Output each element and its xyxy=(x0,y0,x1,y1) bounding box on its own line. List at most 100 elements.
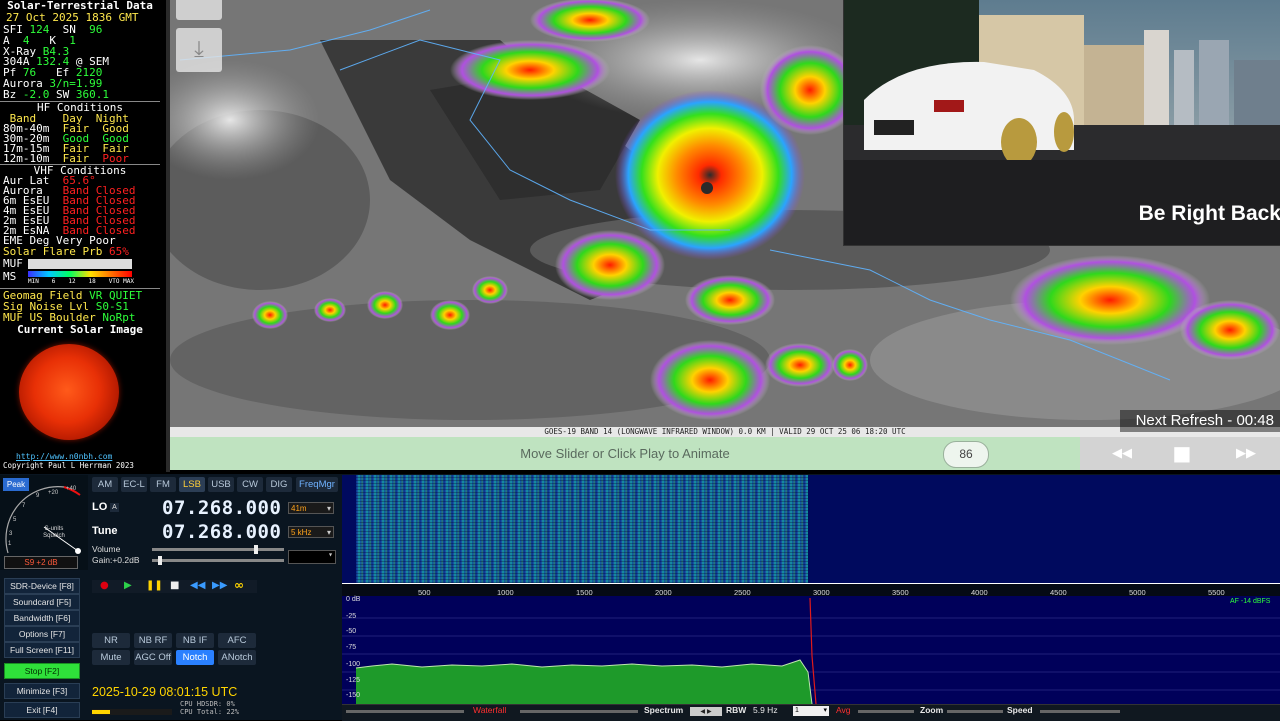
gain-slider-thumb[interactable] xyxy=(158,556,162,565)
waterfall-signal xyxy=(356,475,808,583)
exit-button[interactable]: Exit [F4] xyxy=(4,702,80,718)
anotch-button[interactable]: ANotch xyxy=(218,650,256,665)
avg-select[interactable]: 1 ▾ xyxy=(793,706,829,716)
skip-forward-icon[interactable]: ▶▶ xyxy=(212,580,227,591)
notch-button[interactable]: Notch xyxy=(176,650,214,665)
forward-icon[interactable]: ▶▶ xyxy=(1224,437,1268,470)
audio-select[interactable]: ▾ xyxy=(288,550,336,564)
afc-button[interactable]: AFC xyxy=(218,633,256,648)
s-meter: 5 7 9 +20 +40 3 1 Peak S-units Squelch S… xyxy=(0,475,88,570)
utc-clock: 2025-10-29 08:01:15 UTC xyxy=(92,685,238,699)
db-tick: -125 xyxy=(346,677,361,684)
full-screen-button[interactable]: Full Screen [F11] xyxy=(4,642,80,658)
solar-image-title: Current Solar Image xyxy=(17,323,143,336)
svg-text:5: 5 xyxy=(13,517,17,523)
gain-label: Gain:+0.2dB xyxy=(92,555,140,565)
camera-feed: Be Right Back xyxy=(843,0,1280,246)
smeter-value: S9 +2 dB xyxy=(4,556,78,569)
band-select[interactable]: 41m ▾ xyxy=(288,502,334,514)
db-tick: -50 xyxy=(346,628,357,635)
volume-slider[interactable] xyxy=(152,548,284,551)
avg-label: Avg xyxy=(836,705,851,715)
bandwidth-button[interactable]: Bandwidth [F6] xyxy=(4,610,80,626)
db-tick: -75 xyxy=(346,644,357,651)
map-tool-button[interactable] xyxy=(176,0,222,20)
pause-icon[interactable]: ❚❚ xyxy=(146,580,163,591)
bz-row: Bz -2.0 SW 360.1 xyxy=(3,88,109,101)
ms-label: MS xyxy=(3,270,17,283)
lo-frequency[interactable]: 07.268.000 xyxy=(162,497,281,519)
zoom-slider[interactable] xyxy=(947,710,1003,713)
stop-button[interactable]: Stop [F2] xyxy=(4,663,80,679)
nb-if-button[interactable]: NB IF xyxy=(176,633,214,648)
waterfall-slider[interactable] xyxy=(346,710,464,713)
record-icon[interactable]: ● xyxy=(100,580,109,591)
tune-label: Tune xyxy=(92,525,118,537)
volume-slider-thumb[interactable] xyxy=(254,545,258,554)
mute-button[interactable]: Mute xyxy=(92,650,130,665)
mode-fm-button[interactable]: FM xyxy=(150,477,176,492)
db-tick: 0 dB xyxy=(346,596,361,603)
nr-button[interactable]: NR xyxy=(92,633,130,648)
freq-manager-button[interactable]: FreqMgr xyxy=(296,477,338,492)
speed-slider[interactable] xyxy=(1040,710,1120,713)
download-icon[interactable]: ⤓ xyxy=(176,28,222,72)
svg-text:1: 1 xyxy=(8,541,12,547)
copyright: Copyright Paul L Herrman 2023 xyxy=(3,461,134,470)
af-level: AF -14 dBFS xyxy=(1230,598,1271,605)
nb-rf-button[interactable]: NB RF xyxy=(134,633,172,648)
svg-text:7: 7 xyxy=(22,503,26,509)
sdr-device-button[interactable]: SDR-Device [F8] xyxy=(4,578,80,594)
chevron-down-icon: ▾ xyxy=(326,504,331,513)
muf-scale-labels: MIN 6 12 18 VTO MAX xyxy=(28,278,134,285)
mode-am-button[interactable]: AM xyxy=(92,477,118,492)
tune-frequency[interactable]: 07.268.000 xyxy=(162,521,281,543)
soundcard-button[interactable]: Soundcard [F5] xyxy=(4,594,80,610)
brb-overlay: Be Right Back xyxy=(1138,202,1280,225)
bandwidth-select[interactable]: 5 kHz ▾ xyxy=(288,526,334,538)
stop-icon[interactable]: ■ xyxy=(1160,437,1204,470)
skip-back-icon[interactable]: ◀◀ xyxy=(190,580,205,591)
svg-text:9: 9 xyxy=(36,493,40,499)
rewind-icon[interactable]: ◀◀ xyxy=(1100,437,1144,470)
play-icon[interactable]: ▶ xyxy=(124,580,132,591)
solar-terrestrial-panel: Solar-Terrestrial Data 27 Oct 2025 1836 … xyxy=(0,0,166,472)
spectrum-label: Spectrum xyxy=(644,705,684,715)
mode-cw-button[interactable]: CW xyxy=(237,477,263,492)
spectrum-stepper[interactable]: ◀ ▶ xyxy=(690,707,722,716)
muf-color-scale xyxy=(28,271,132,277)
speed-label: Speed xyxy=(1007,705,1033,715)
waterfall-display[interactable] xyxy=(342,475,1280,583)
svg-text:3: 3 xyxy=(9,531,13,537)
lo-a-button[interactable]: A xyxy=(110,503,119,512)
peak-button[interactable]: Peak xyxy=(3,478,29,491)
chevron-down-icon: ▾ xyxy=(328,550,333,559)
db-tick: -150 xyxy=(346,692,361,699)
sun-image xyxy=(19,344,119,440)
svg-text:+40: +40 xyxy=(66,486,77,492)
mode-lsb-button[interactable]: LSB xyxy=(179,477,205,492)
stop-record-icon[interactable]: ■ xyxy=(170,580,179,591)
agc-off-button[interactable]: AGC Off xyxy=(134,650,172,665)
mode-usb-button[interactable]: USB xyxy=(208,477,234,492)
mode-dig-button[interactable]: DIG xyxy=(266,477,292,492)
options-button[interactable]: Options [F7] xyxy=(4,626,80,642)
rbw-value: 5.9 Hz xyxy=(753,705,778,715)
minimize-button[interactable]: Minimize [F3] xyxy=(4,683,80,699)
avg-slider[interactable] xyxy=(858,710,914,713)
cpu-bar-fill xyxy=(92,710,110,714)
spectrum-plot xyxy=(342,597,1280,705)
gain-slider[interactable] xyxy=(152,559,284,562)
smeter-caption: S-units Squelch xyxy=(43,526,65,539)
svg-text:+20: +20 xyxy=(48,490,59,496)
db-tick: -25 xyxy=(346,613,357,620)
spectrum-display[interactable] xyxy=(342,596,1280,705)
loop-icon[interactable]: ∞ xyxy=(234,578,244,592)
mode-ecl-button[interactable]: EC-L xyxy=(121,477,147,492)
chevron-down-icon: ▾ xyxy=(823,707,827,714)
map-caption: GOES-19 BAND 14 (LONGWAVE INFRARED WINDO… xyxy=(170,427,1280,437)
muf-label: MUF xyxy=(3,257,23,270)
cpu-hdsdr: CPU HDSDR: 0% xyxy=(180,700,235,708)
frame-slider-thumb[interactable]: 86 xyxy=(943,441,989,468)
spectrum-slider[interactable] xyxy=(520,710,638,713)
